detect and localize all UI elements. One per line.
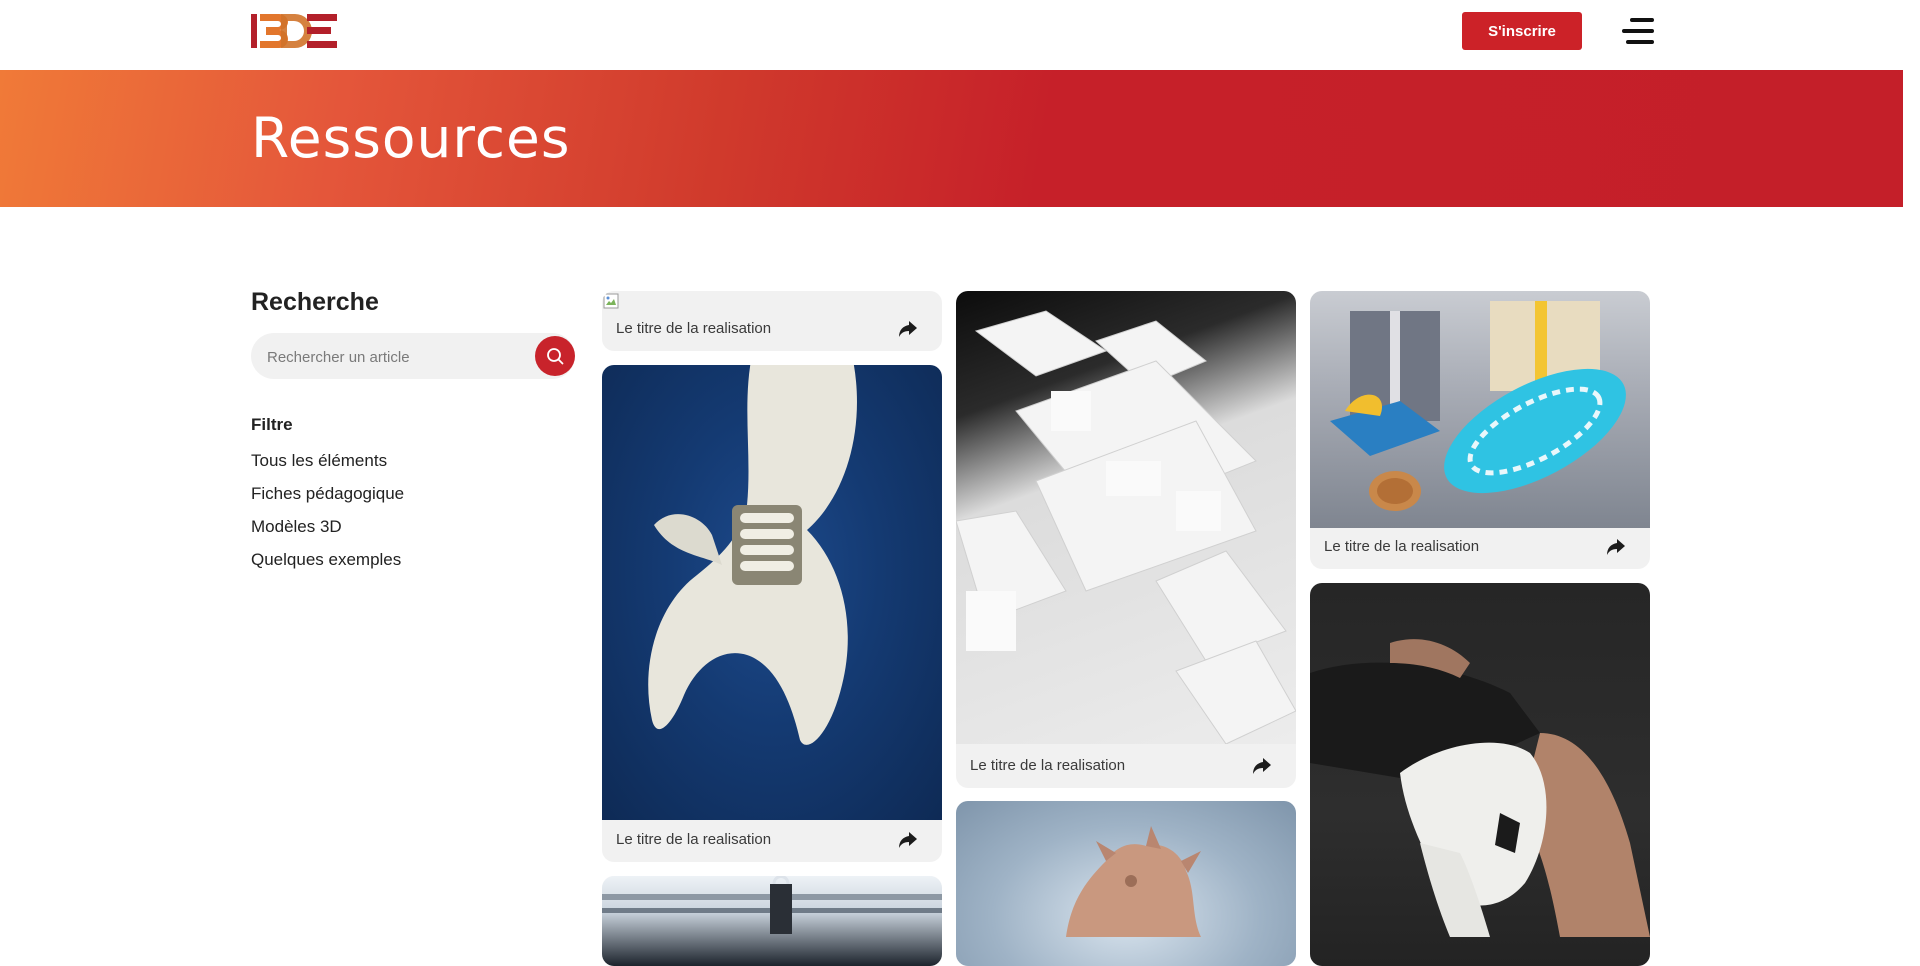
filter-examples[interactable]: Quelques exemples — [251, 550, 404, 583]
broken-image-icon — [603, 293, 619, 309]
filter-teaching-sheets[interactable]: Fiches pédagogique — [251, 484, 404, 517]
top-navigation-bar: S'inscrire — [0, 0, 1903, 70]
card-caption: Le titre de la realisation — [616, 831, 772, 848]
resource-card[interactable]: Le titre de la realisation — [1310, 291, 1650, 569]
architectural-city-model-image — [956, 291, 1296, 744]
hero-banner: Ressources — [0, 70, 1903, 207]
hamburger-menu-icon[interactable] — [1622, 16, 1654, 46]
share-arrow-icon[interactable] — [1252, 757, 1272, 775]
share-arrow-icon[interactable] — [1606, 538, 1626, 556]
filter-heading: Filtre — [251, 415, 293, 434]
dragon-figurine-image — [956, 801, 1296, 966]
filter-3d-models[interactable]: Modèles 3D — [251, 517, 404, 550]
search-input[interactable] — [265, 333, 529, 381]
search-heading: Recherche — [251, 288, 379, 316]
search-button[interactable] — [535, 336, 575, 376]
resource-card[interactable] — [602, 876, 942, 966]
filter-all-elements[interactable]: Tous les éléments — [251, 451, 404, 484]
share-arrow-icon[interactable] — [898, 320, 918, 338]
3d-printer-frame-image — [602, 876, 942, 966]
resource-card[interactable]: Le titre de la realisation — [602, 365, 942, 862]
resource-card[interactable]: Le titre de la realisation — [602, 291, 942, 351]
card-caption: Le titre de la realisation — [970, 757, 1126, 774]
knee-brace-prosthesis-image — [1310, 583, 1650, 966]
signup-button[interactable]: S'inscrire — [1462, 12, 1582, 50]
card-caption: Le titre de la realisation — [1324, 538, 1480, 555]
blue-lattice-bottle-image — [1310, 291, 1650, 528]
search-bar — [251, 333, 575, 381]
resource-card[interactable] — [1310, 583, 1650, 966]
filter-list: Tous les éléments Fiches pédagogique Mod… — [251, 451, 404, 583]
resource-card[interactable]: Le titre de la realisation — [956, 291, 1296, 788]
i3de-logo[interactable] — [251, 14, 337, 48]
3d-printed-wrench-image — [602, 365, 942, 820]
search-icon — [547, 348, 564, 365]
resource-card[interactable] — [956, 801, 1296, 966]
page-title: Ressources — [251, 106, 571, 170]
share-arrow-icon[interactable] — [898, 831, 918, 849]
card-caption: Le titre de la realisation — [616, 320, 772, 337]
